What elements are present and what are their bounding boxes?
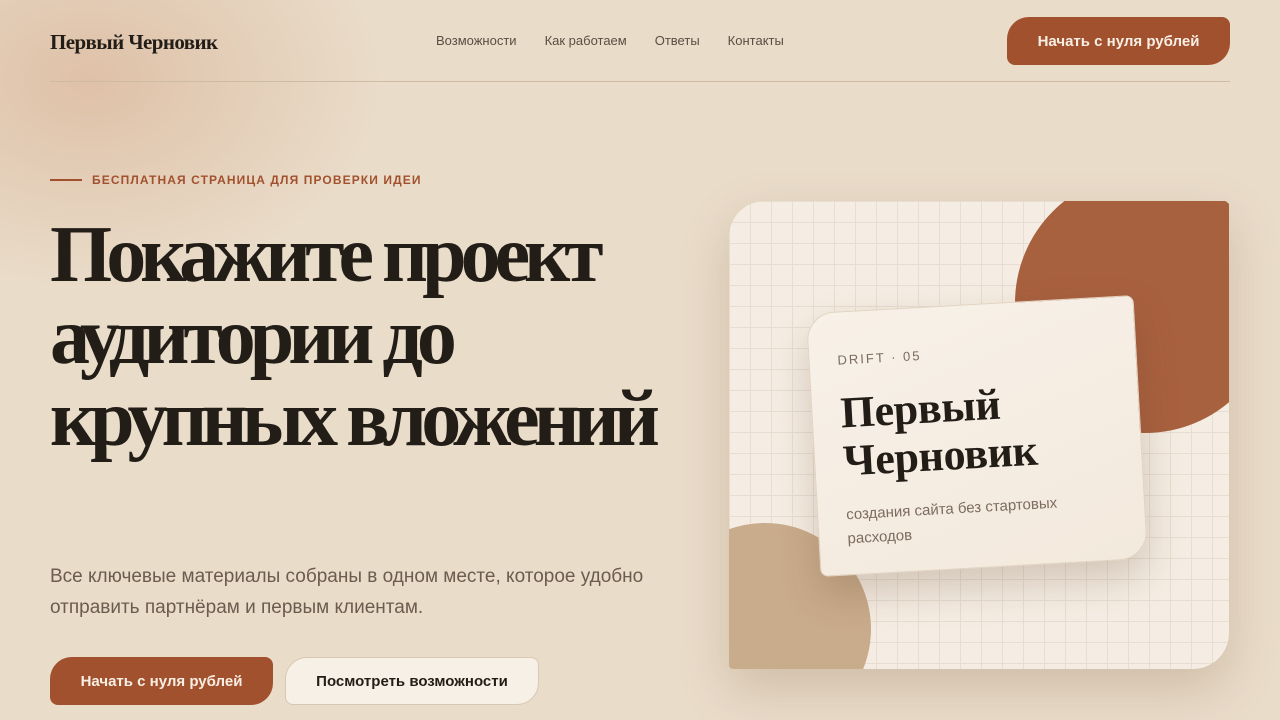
hero-visual: DRIFT · 05 Первый Черновик создания сайт… xyxy=(729,201,1229,669)
preview-card: DRIFT · 05 Первый Черновик создания сайт… xyxy=(805,295,1149,577)
header-cta-button[interactable]: Начать с нуля рублей xyxy=(1007,17,1230,65)
hero-headline: Покажите проект аудитории до крупных вло… xyxy=(50,211,660,463)
card-title: Первый Черновик xyxy=(839,379,1039,486)
view-features-button[interactable]: Посмотреть возможности xyxy=(285,657,539,705)
card-tag: DRIFT · 05 xyxy=(837,347,922,368)
hero-lead: Все ключевые материалы собраны в одном м… xyxy=(50,566,644,618)
nav-link-features[interactable]: Возможности xyxy=(436,33,517,48)
nav-link-how-we-work[interactable]: Как работаем xyxy=(545,33,627,48)
site-header: Первый Черновик Возможности Как работаем… xyxy=(50,0,1230,82)
nav-link-contacts[interactable]: Контакты xyxy=(728,33,784,48)
nav-link-answers[interactable]: Ответы xyxy=(655,33,700,48)
card-subtitle: создания сайта без стартовых расходов xyxy=(845,494,1058,548)
hero-eyebrow: БЕСПЛАТНАЯ СТРАНИЦА ДЛЯ ПРОВЕРКИ ИДЕИ xyxy=(50,173,422,187)
eyebrow-line xyxy=(50,179,82,181)
eyebrow-text: БЕСПЛАТНАЯ СТРАНИЦА ДЛЯ ПРОВЕРКИ ИДЕИ xyxy=(92,173,422,187)
start-free-button[interactable]: Начать с нуля рублей xyxy=(50,657,273,705)
site-logo[interactable]: Первый Черновик xyxy=(50,30,218,55)
main-nav: Возможности Как работаем Ответы Контакты xyxy=(436,33,784,48)
